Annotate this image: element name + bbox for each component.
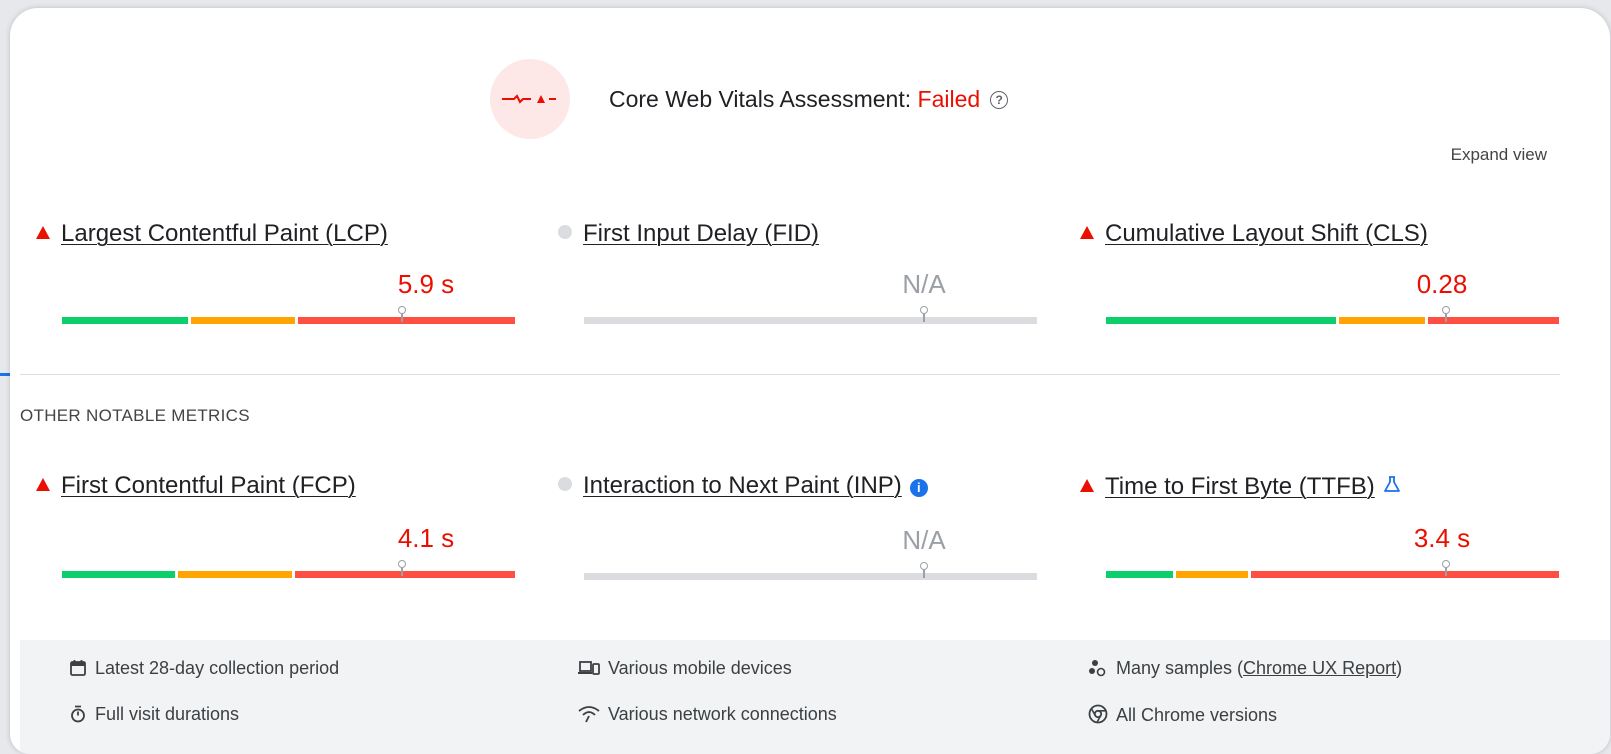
metric-lcp-link[interactable]: Largest Contentful Paint (LCP) — [61, 220, 388, 247]
chrome-icon — [1088, 704, 1108, 724]
assessment-title: Core Web Vitals Assessment: Failed? — [609, 86, 1009, 113]
metric-ttfb: Time to First Byte (TTFB) 3.4 s — [1080, 472, 1559, 582]
other-metrics-heading: OTHER NOTABLE METRICS — [20, 406, 250, 425]
metric-ttfb-distribution-bar — [1106, 560, 1559, 578]
footer-network-text: Various network connections — [608, 704, 837, 724]
good-segment — [62, 317, 189, 324]
metric-ttfb-value: 3.4 s — [1413, 523, 1471, 553]
footer-samples-prefix: Many samples ( — [1116, 658, 1244, 678]
footer-versions-text: All Chrome versions — [1116, 705, 1278, 725]
metric-inp-link[interactable]: Interaction to Next Paint (INP) — [583, 472, 902, 499]
assessment-title-prefix: Core Web Vitals Assessment: — [609, 86, 918, 112]
metric-inp-distribution-bar — [584, 562, 1037, 580]
metric-fcp-link[interactable]: First Contentful Paint (FCP) — [61, 472, 356, 499]
percentile-marker-icon — [397, 306, 407, 322]
expand-view-button[interactable]: Expand view — [1451, 145, 1547, 165]
good-segment — [1106, 571, 1174, 578]
metric-fcp: First Contentful Paint (FCP) 4.1 s — [36, 472, 515, 582]
metric-lcp-distribution-bar — [62, 306, 515, 324]
footer-durations: Full visit durations — [69, 704, 239, 725]
metric-inp: Interaction to Next Paint (INP) i N/A — [558, 472, 1037, 582]
needs-improvement-segment — [191, 317, 295, 324]
footer-devices-text: Various mobile devices — [608, 658, 792, 678]
percentile-marker-icon — [1441, 306, 1451, 322]
metric-cls-link[interactable]: Cumulative Layout Shift (CLS) — [1105, 220, 1428, 247]
experimental-flask-icon[interactable] — [1383, 472, 1401, 500]
metric-inp-value: N/A — [902, 525, 946, 555]
footer-durations-text: Full visit durations — [95, 704, 240, 724]
percentile-marker-icon — [919, 562, 929, 578]
stopwatch-icon — [71, 705, 85, 723]
samples-dots-icon — [1089, 660, 1106, 677]
data-source-footer: Latest 28-day collection period Full vis… — [20, 640, 1610, 754]
chrome-ux-report-link[interactable]: Chrome UX Report — [1243, 658, 1396, 678]
vitals-failed-icon — [490, 59, 570, 139]
footer-versions: All Chrome versions — [1088, 704, 1277, 726]
footer-network: Various network connections — [578, 704, 837, 725]
grey-circle-icon — [558, 225, 572, 239]
metric-fcp-distribution-bar — [62, 560, 515, 578]
good-segment — [62, 571, 175, 578]
metric-fid-value: N/A — [902, 269, 946, 299]
good-segment — [1106, 317, 1337, 324]
metric-header: First Input Delay (FID) — [558, 220, 819, 248]
footer-period-text: Latest 28-day collection period — [95, 658, 340, 678]
needs-improvement-segment — [1339, 317, 1425, 324]
metric-ttfb-link[interactable]: Time to First Byte (TTFB) — [1105, 473, 1375, 500]
no-data-segment — [584, 573, 1037, 580]
metric-header: Cumulative Layout Shift (CLS) — [1080, 220, 1428, 248]
footer-period: Latest 28-day collection period — [69, 658, 339, 679]
footer-devices: Various mobile devices — [578, 658, 792, 679]
metric-header: Time to First Byte (TTFB) — [1080, 472, 1401, 501]
metric-fid: First Input Delay (FID) N/A — [558, 220, 1037, 330]
footer-samples: Many samples (Chrome UX Report) — [1088, 658, 1402, 679]
metric-fid-distribution-bar — [584, 306, 1037, 324]
devices-icon — [578, 661, 600, 675]
metric-fcp-value: 4.1 s — [397, 523, 455, 553]
percentile-marker-icon — [919, 306, 929, 322]
red-triangle-icon — [36, 226, 50, 239]
poor-segment — [1250, 571, 1559, 578]
metric-lcp-value: 5.9 s — [397, 269, 455, 299]
core-web-vitals-card: Core Web Vitals Assessment: Failed? Expa… — [10, 8, 1610, 754]
grey-circle-icon — [558, 477, 572, 491]
section-divider — [20, 374, 1560, 375]
metric-fid-link[interactable]: First Input Delay (FID) — [583, 220, 819, 247]
metric-cls-value: 0.28 — [1416, 269, 1468, 299]
red-triangle-icon — [36, 478, 50, 491]
question-circle-icon[interactable]: ? — [990, 91, 1009, 109]
metric-header: Interaction to Next Paint (INP) i — [558, 472, 928, 500]
percentile-marker-icon — [397, 560, 407, 576]
red-triangle-icon — [1080, 226, 1094, 239]
needs-improvement-segment — [177, 571, 293, 578]
needs-improvement-segment — [1176, 571, 1248, 578]
metric-header: Largest Contentful Paint (LCP) — [36, 220, 388, 248]
metric-lcp: Largest Contentful Paint (LCP) 5.9 s — [36, 220, 515, 330]
calendar-icon — [70, 660, 86, 676]
wifi-icon — [578, 706, 600, 723]
assessment-status: Failed — [917, 86, 981, 112]
no-data-segment — [584, 317, 1037, 324]
metric-cls: Cumulative Layout Shift (CLS) 0.28 — [1080, 220, 1559, 330]
info-icon[interactable]: i — [909, 479, 928, 497]
footer-samples-suffix: ) — [1396, 658, 1403, 678]
metric-cls-distribution-bar — [1106, 306, 1559, 324]
percentile-marker-icon — [1441, 560, 1451, 576]
red-triangle-icon — [1080, 479, 1094, 492]
metric-header: First Contentful Paint (FCP) — [36, 472, 356, 500]
